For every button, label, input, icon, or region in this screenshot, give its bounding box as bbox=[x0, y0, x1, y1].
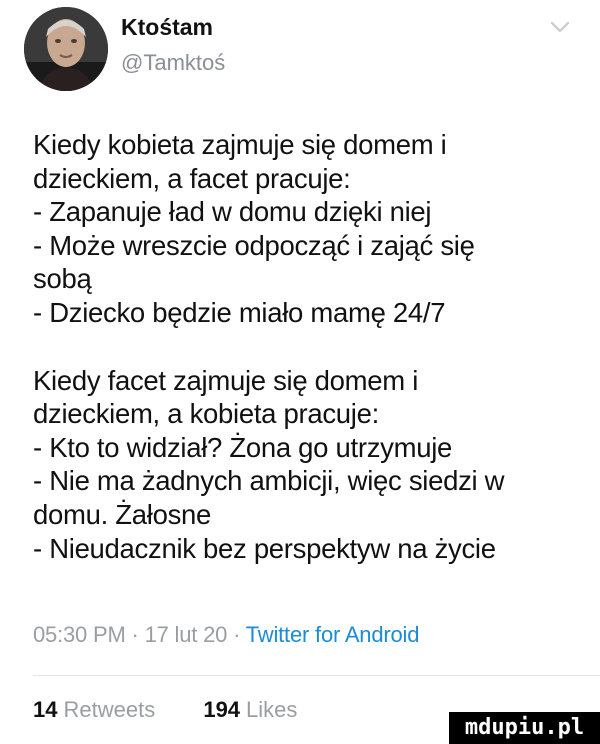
person-portrait-icon bbox=[24, 7, 108, 91]
retweets-stat[interactable]: 14 Retweets bbox=[33, 697, 155, 722]
tweet-line: domu. Żałosne bbox=[33, 498, 212, 530]
divider bbox=[33, 675, 600, 676]
likes-label: Likes bbox=[246, 697, 298, 722]
tweet-line: - Nieudacznik bez perspektyw na życie bbox=[33, 532, 496, 564]
meta-separator: · bbox=[131, 622, 139, 647]
avatar[interactable] bbox=[24, 7, 108, 91]
likes-stat[interactable]: 194 Likes bbox=[203, 697, 297, 722]
tweet-line: sobą bbox=[33, 263, 92, 295]
tweet-meta: 05:30 PM · 17 lut 20 · Twitter for Andro… bbox=[33, 622, 419, 648]
tweet-line: Kiedy facet zajmuje się domem i bbox=[33, 364, 419, 396]
tweet-line: - Nie ma żadnych ambicji, więc siedzi w bbox=[33, 465, 505, 497]
tweet-line: - Może wreszcie odpocząć i zająć się bbox=[33, 229, 475, 261]
chevron-down-icon[interactable] bbox=[550, 20, 570, 34]
tweet-time[interactable]: 05:30 PM bbox=[33, 622, 126, 647]
author-handle[interactable]: @Tamktoś bbox=[121, 50, 225, 76]
retweets-count: 14 bbox=[33, 697, 58, 722]
watermark-logo: mdupiu.pl bbox=[449, 712, 600, 744]
likes-count: 194 bbox=[203, 697, 241, 722]
author-name[interactable]: Ktośtam bbox=[121, 14, 213, 41]
tweet-line: - Kto to widział? Żona go utrzymuje bbox=[33, 431, 452, 463]
meta-separator: · bbox=[233, 622, 241, 647]
tweet-text: Kiedy kobieta zajmuje się domem i dzieck… bbox=[33, 128, 588, 565]
tweet-line: - Dziecko będzie miało mamę 24/7 bbox=[33, 296, 446, 328]
tweet-date[interactable]: 17 lut 20 bbox=[145, 622, 228, 647]
retweets-label: Retweets bbox=[63, 697, 156, 722]
tweet-stats: 14 Retweets 194 Likes bbox=[33, 697, 297, 723]
tweet-line: - Zapanuje ład w domu dzięki niej bbox=[33, 196, 432, 228]
tweet-line: Kiedy kobieta zajmuje się domem i bbox=[33, 129, 447, 160]
tweet-line: dzieckiem, a kobieta pracuje: bbox=[33, 398, 379, 430]
tweet-line: dzieckiem, a facet pracuje: bbox=[33, 162, 351, 194]
tweet-source-link[interactable]: Twitter for Android bbox=[246, 622, 420, 647]
